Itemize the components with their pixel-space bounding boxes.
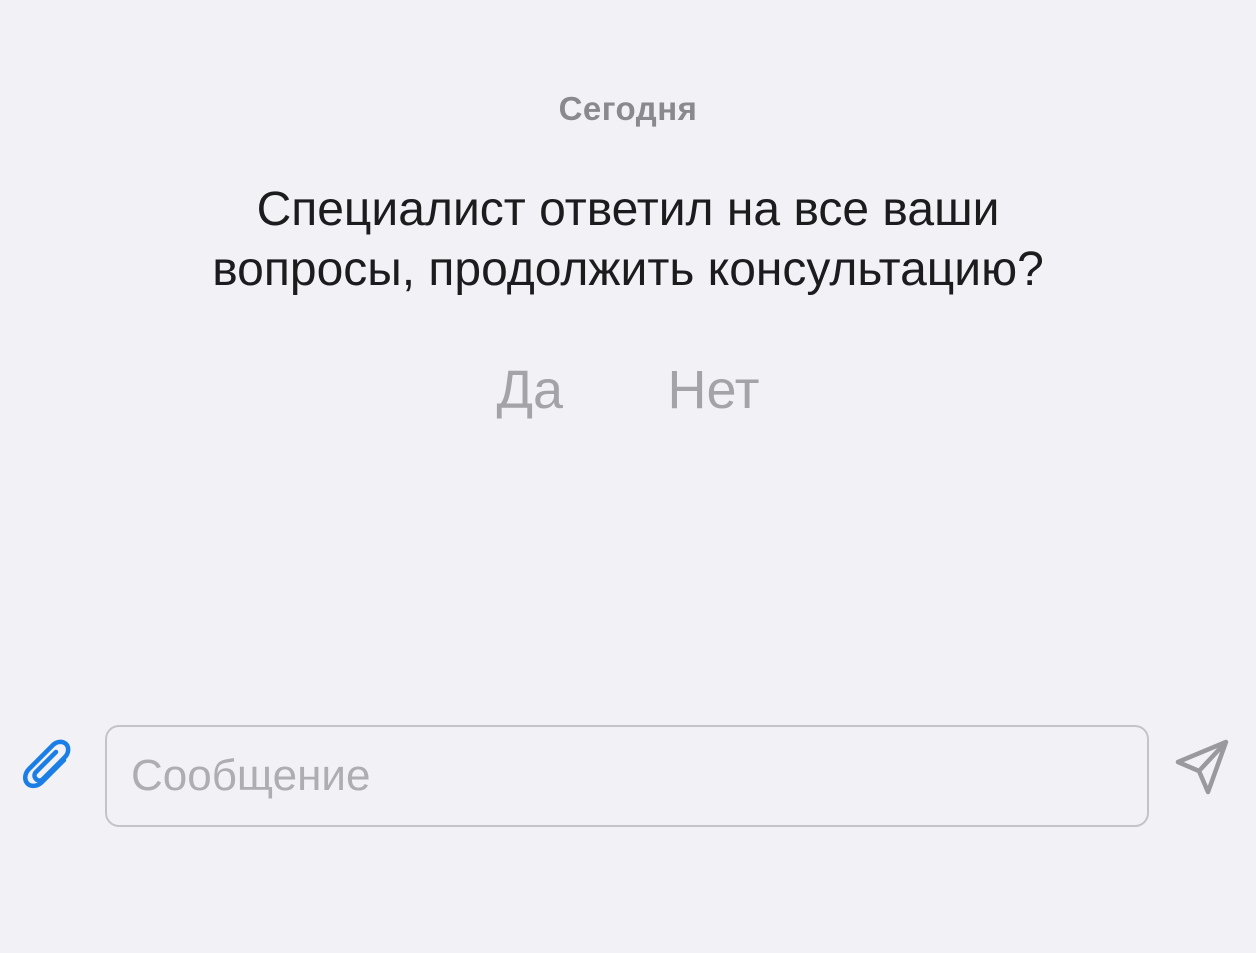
- question-line-1: Специалист ответил на все ваши: [256, 183, 1000, 236]
- consultation-question: Специалист ответил на все ваши вопросы, …: [128, 180, 1128, 300]
- question-line-2: вопросы, продолжить консультацию?: [212, 243, 1044, 296]
- chat-screen: Сегодня Специалист ответил на все ваши в…: [0, 0, 1256, 953]
- yes-button[interactable]: Да: [496, 358, 563, 422]
- paperclip-icon[interactable]: [22, 738, 80, 796]
- message-composer: [0, 724, 1256, 828]
- answer-options: Да Нет: [0, 358, 1256, 422]
- send-icon[interactable]: [1172, 736, 1234, 798]
- date-separator: Сегодня: [558, 90, 698, 127]
- message-input[interactable]: [105, 725, 1149, 827]
- no-button[interactable]: Нет: [668, 358, 760, 422]
